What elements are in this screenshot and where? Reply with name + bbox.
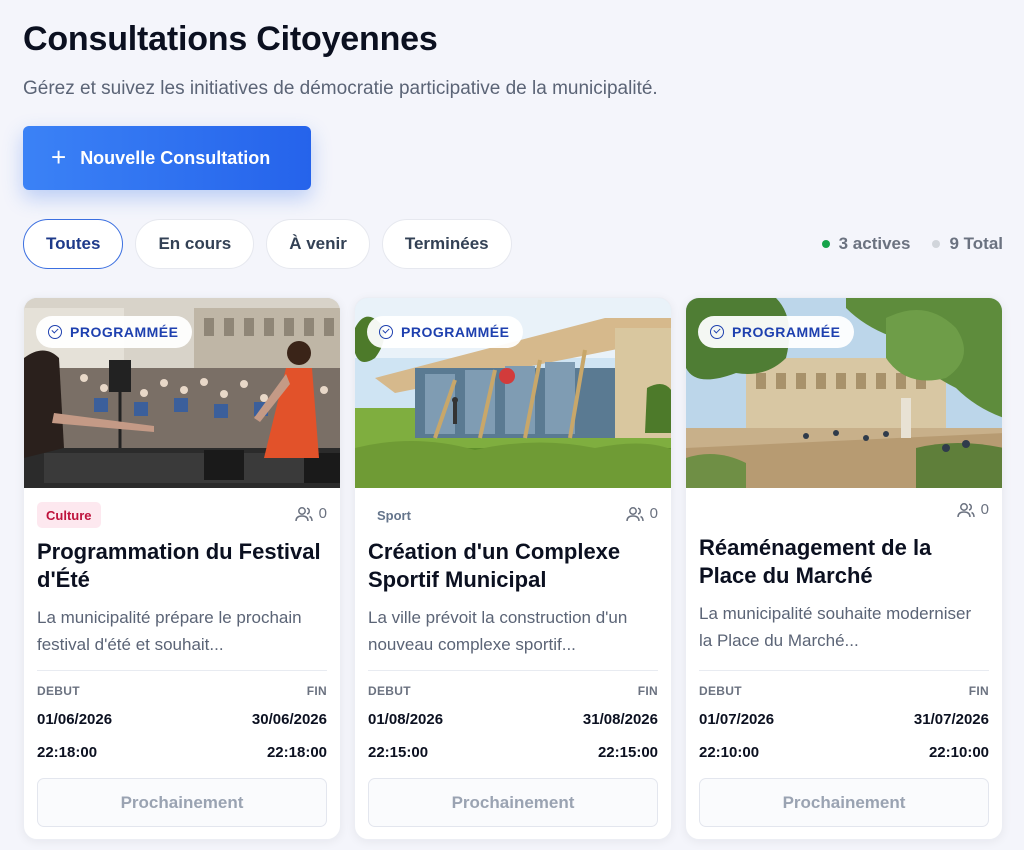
end-date: 30/06/2026	[251, 711, 327, 728]
status-badge: PROGRAMMÉE	[367, 316, 524, 348]
participants-count: 0	[956, 501, 989, 518]
filter-tab-terminees[interactable]: Terminées	[381, 219, 512, 269]
prochainement-button[interactable]: Prochainement	[368, 778, 658, 827]
users-icon	[625, 506, 644, 521]
divider	[37, 670, 327, 671]
plus-icon: +	[51, 142, 67, 172]
total-dot-icon	[932, 240, 941, 248]
divider	[368, 670, 658, 671]
total-count-label: 9 Total	[949, 234, 1003, 253]
end-time: 22:18:00	[266, 744, 327, 761]
sports-complex-image: PROGRAMMÉE	[355, 298, 671, 488]
filter-tab-en-cours[interactable]: En cours	[135, 219, 255, 269]
participants-count: 0	[625, 505, 658, 522]
end-label: FIN	[306, 684, 327, 698]
participants-value: 0	[318, 505, 327, 522]
consultation-card[interactable]: PROGRAMMÉE Culture 0 Programmation du Fe…	[23, 297, 341, 840]
card-title: Création d'un Complexe Sportif Municipal	[368, 539, 621, 592]
consultation-card[interactable]: PROGRAMMÉE Sport 0 Création d'un Complex…	[354, 297, 672, 840]
participants-count: 0	[294, 505, 327, 522]
filter-tabs: Toutes En cours À venir Terminées	[23, 219, 512, 269]
status-badge: PROGRAMMÉE	[698, 316, 855, 348]
end-date: 31/08/2026	[582, 711, 658, 728]
start-date: 01/06/2026	[37, 711, 113, 728]
consultation-stats: 3 actives 9 Total	[821, 234, 1003, 254]
start-label: DEBUT	[368, 684, 411, 698]
total-count: 9 Total	[932, 234, 1003, 254]
card-description: La ville prévoit la construction d'un no…	[368, 608, 628, 654]
active-count: 3 actives	[821, 234, 911, 254]
market-square-image: PROGRAMMÉE	[686, 298, 1002, 488]
end-label: FIN	[637, 684, 658, 698]
consultation-card[interactable]: PROGRAMMÉE 0 Réaménagement de la Place d…	[685, 297, 1003, 840]
divider	[699, 670, 989, 671]
page-title: Consultations Citoyennes	[23, 20, 438, 58]
start-label: DEBUT	[699, 684, 742, 698]
page-subtitle: Gérez et suivez les initiatives de démoc…	[23, 78, 658, 99]
active-count-label: 3 actives	[838, 234, 911, 253]
participants-value: 0	[980, 501, 989, 518]
start-date: 01/08/2026	[368, 711, 444, 728]
card-title: Réaménagement de la Place du Marché	[699, 535, 932, 588]
active-dot-icon	[821, 240, 830, 248]
status-label: PROGRAMMÉE	[401, 324, 510, 340]
filter-tab-toutes[interactable]: Toutes	[23, 219, 124, 269]
status-label: PROGRAMMÉE	[732, 324, 841, 340]
users-icon	[294, 506, 313, 521]
festival-image: PROGRAMMÉE	[24, 298, 340, 488]
clock-icon	[48, 325, 62, 339]
clock-icon	[710, 325, 724, 339]
category-badge: Culture	[37, 502, 101, 528]
status-label: PROGRAMMÉE	[70, 324, 179, 340]
start-label: DEBUT	[37, 684, 80, 698]
start-time: 22:18:00	[37, 744, 98, 761]
end-label: FIN	[968, 684, 989, 698]
new-consultation-button[interactable]: + Nouvelle Consultation	[23, 126, 311, 190]
category-badge: Sport	[377, 507, 411, 523]
clock-icon	[379, 325, 393, 339]
start-date: 01/07/2026	[699, 711, 775, 728]
prochainement-button[interactable]: Prochainement	[37, 778, 327, 827]
new-consultation-label: Nouvelle Consultation	[80, 147, 271, 168]
card-description: La municipalité prépare le prochain fest…	[37, 608, 302, 654]
filter-tab-a-venir[interactable]: À venir	[266, 219, 370, 269]
start-time: 22:15:00	[368, 744, 429, 761]
prochainement-button[interactable]: Prochainement	[699, 778, 989, 827]
end-date: 31/07/2026	[913, 711, 989, 728]
card-description: La municipalité souhaite moderniser la P…	[699, 604, 972, 650]
users-icon	[956, 502, 975, 517]
start-time: 22:10:00	[699, 744, 760, 761]
participants-value: 0	[649, 505, 658, 522]
card-title: Programmation du Festival d'Été	[37, 539, 321, 592]
status-badge: PROGRAMMÉE	[36, 316, 193, 348]
end-time: 22:10:00	[928, 744, 989, 761]
end-time: 22:15:00	[597, 744, 658, 761]
